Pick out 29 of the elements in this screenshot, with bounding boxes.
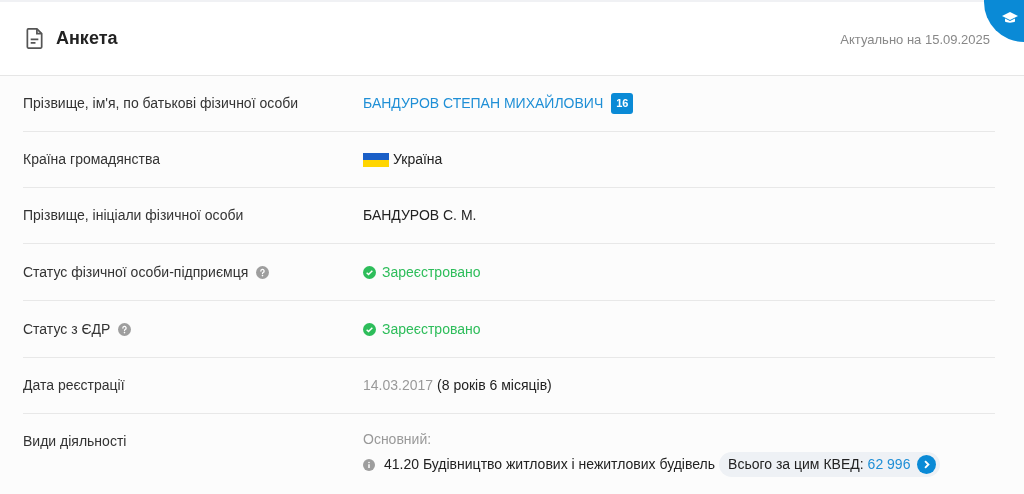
activity-caption: Основний: — [363, 430, 433, 449]
field-label: Статус з ЄДР — [23, 319, 111, 339]
country-value: Україна — [393, 150, 443, 169]
date-value: 14.03.2017 — [363, 376, 434, 395]
person-name-link[interactable]: БАНДУРОВ СТЕПАН МИХАЙЛОВИЧ — [363, 93, 604, 114]
field-label: Прізвище, ім'я, по батькові фізичної особи — [23, 94, 298, 113]
help-icon[interactable] — [256, 265, 270, 279]
flag-icon — [363, 152, 389, 167]
chevron-right-icon — [917, 455, 937, 474]
duration-text: (8 років 6 місяців) — [437, 376, 552, 395]
kved-total-chip[interactable]: Всього за цим КВЕД: 62 996 — [719, 452, 941, 477]
help-icon[interactable] — [118, 322, 132, 336]
field-label: Види діяльності — [23, 432, 127, 451]
graduation-cap-icon — [1002, 12, 1018, 24]
activity-text: 41.20 Будівництво житлових і нежитлових будівель — [384, 455, 716, 474]
field-label: Дата реєстрації — [23, 376, 125, 395]
status-value: Зареєстровано — [382, 319, 481, 339]
check-circle-icon — [363, 322, 376, 336]
section-title: Анкета — [56, 27, 118, 50]
count-badge[interactable]: 16 — [611, 93, 634, 114]
field-label: Країна громадянства — [23, 150, 161, 169]
updated-date: Актуально на 15.09.2025 — [840, 30, 990, 49]
status-value: Зареєстровано — [382, 262, 481, 282]
document-icon — [26, 28, 44, 49]
initials-value: БАНДУРОВ С. М. — [363, 206, 477, 225]
field-label: Статус фізичної особи-підприємця — [23, 262, 249, 282]
info-icon[interactable] — [363, 458, 375, 471]
check-circle-icon — [363, 265, 376, 279]
field-label: Прізвище, ініціали фізичної особи — [23, 206, 244, 225]
